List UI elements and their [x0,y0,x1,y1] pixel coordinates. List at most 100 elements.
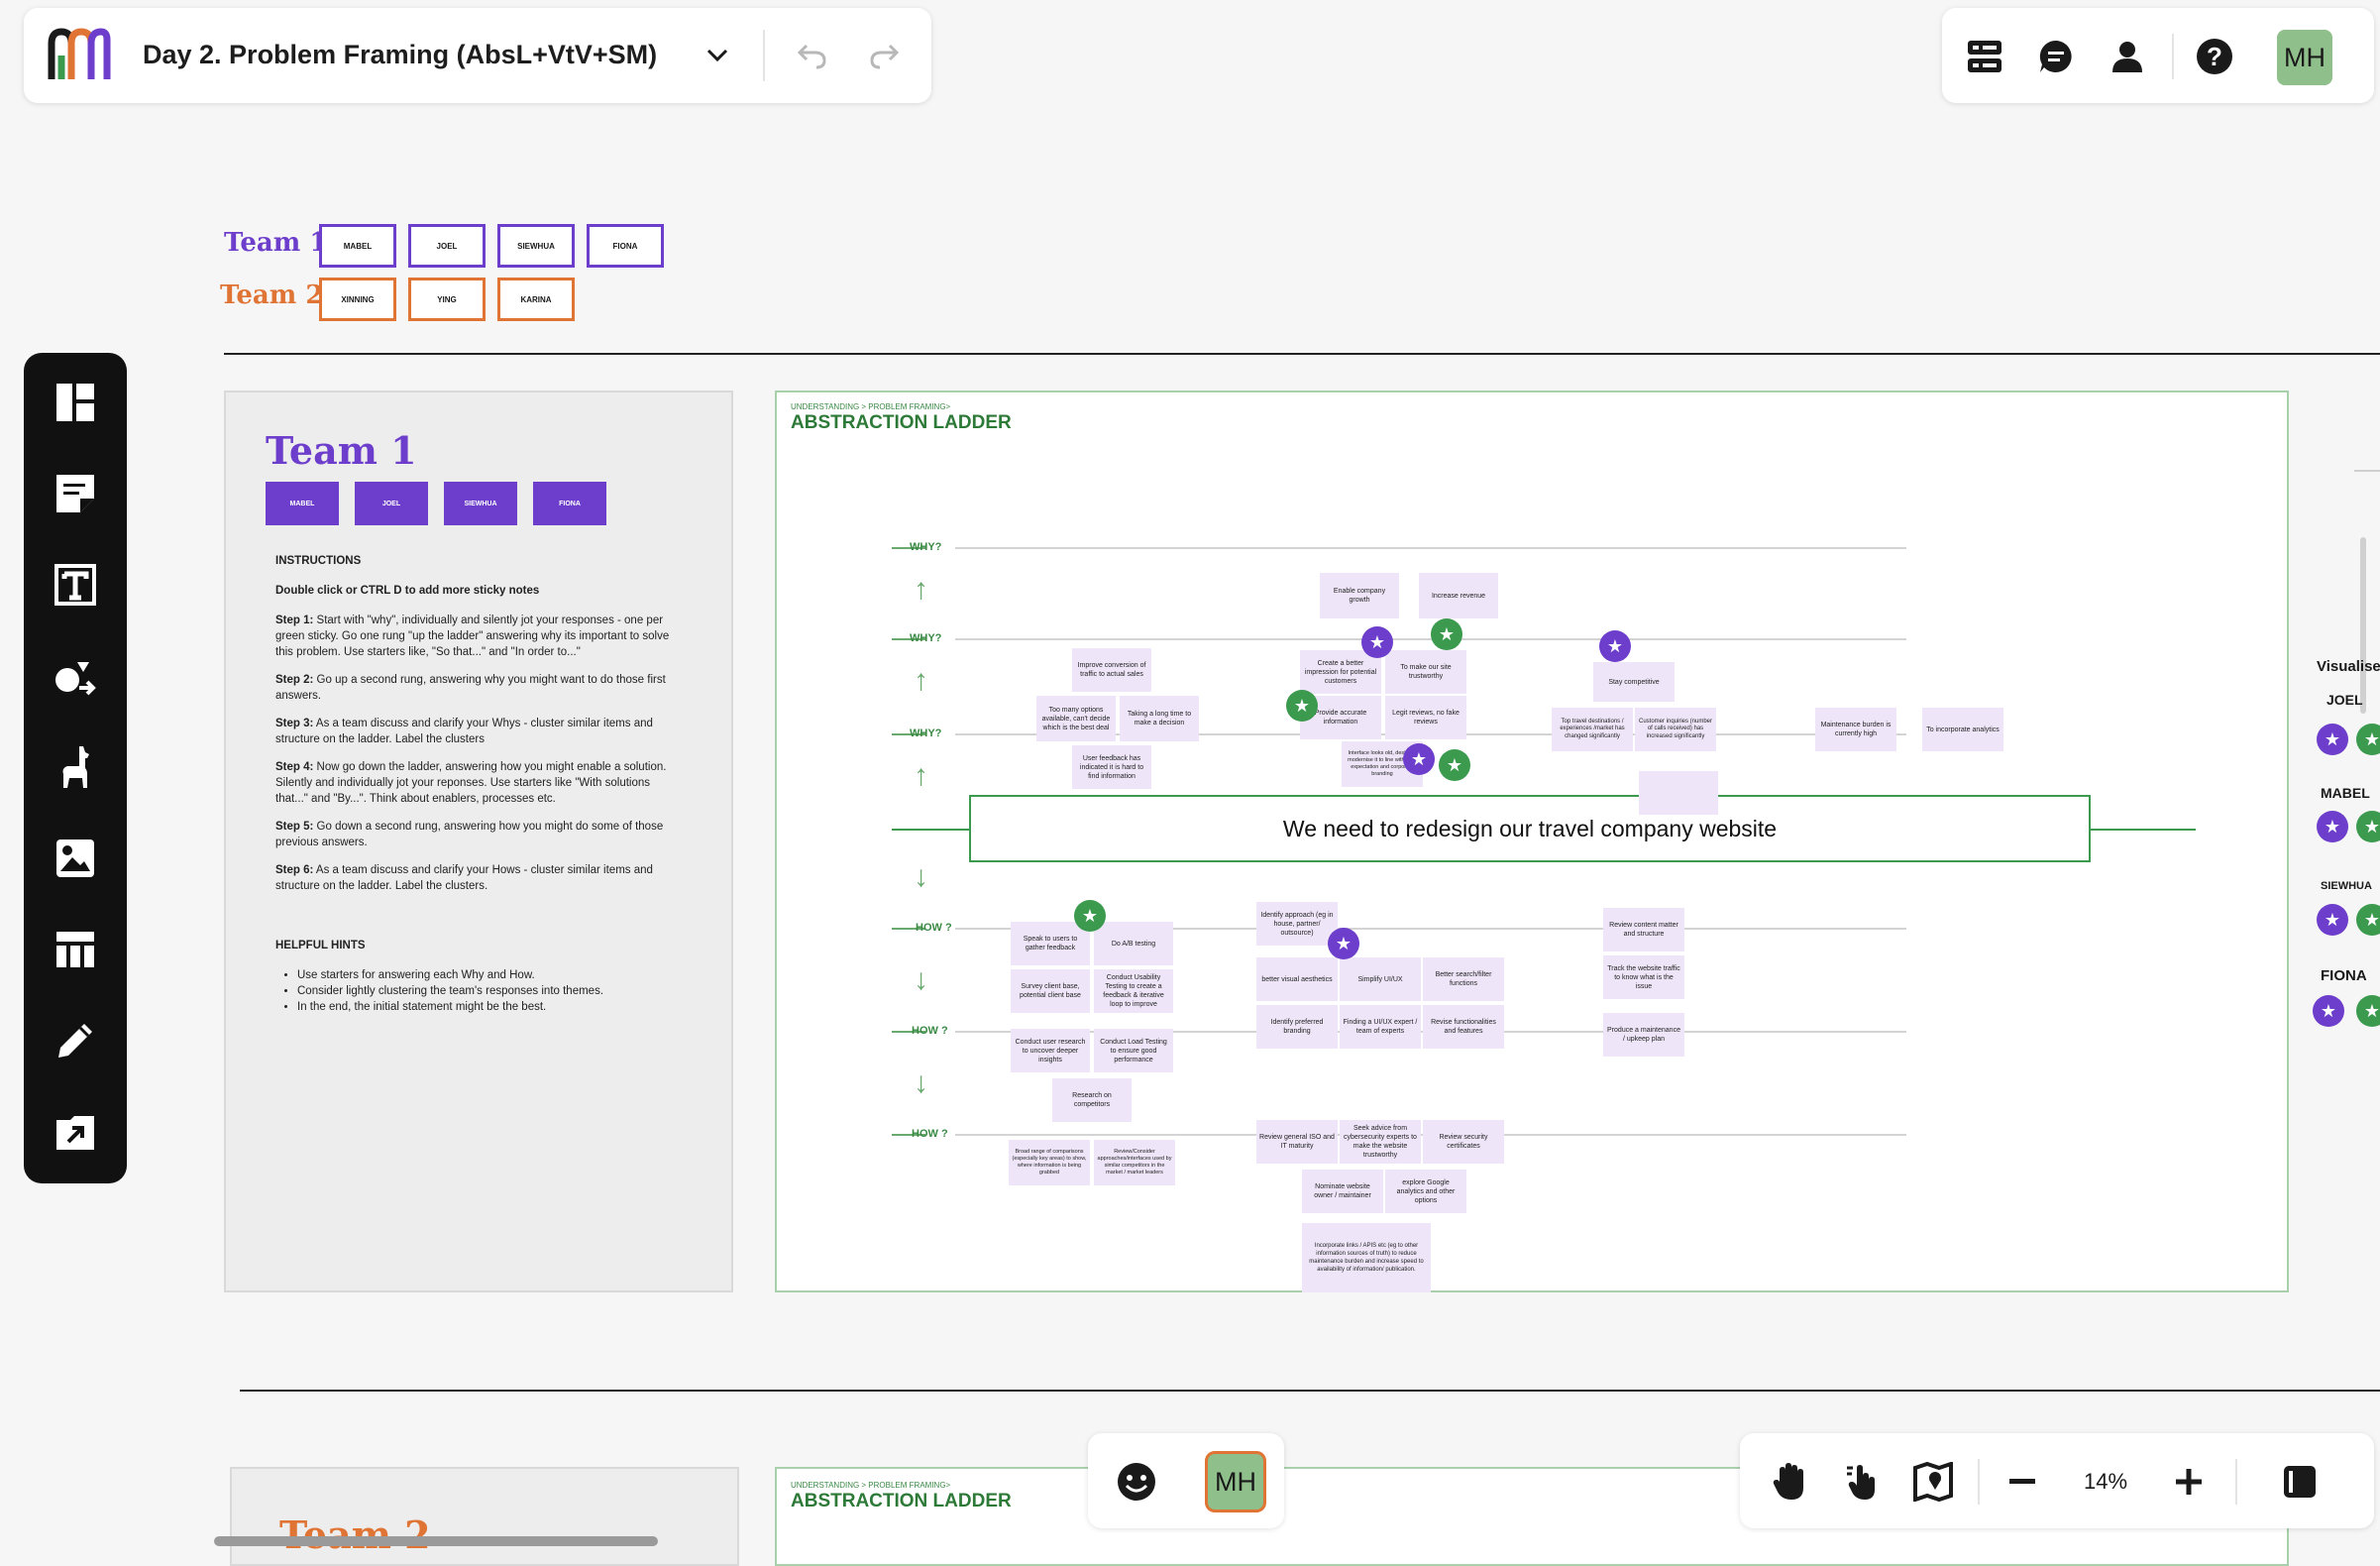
sticky-note[interactable]: Maintenance burden is currently high [1815,708,1896,751]
user-icon[interactable] [2105,34,2150,79]
vote-star-icon[interactable]: ★ [1361,626,1393,658]
sticky-note-icon[interactable] [44,462,107,525]
vote-star-icon[interactable]: ★ [2317,904,2348,936]
sticky-note[interactable]: Produce a maintenance / upkeep plan [1603,1013,1684,1057]
panel-toggle-icon[interactable] [2277,1459,2323,1505]
sticky-note[interactable]: Stay competitive [1593,662,1675,702]
sticky-note[interactable]: explore Google analytics and other optio… [1385,1170,1466,1213]
abstraction-ladder-frame[interactable]: UNDERSTANDING > PROBLEM FRAMING> ABSTRAC… [775,391,2289,1292]
chevron-down-icon[interactable] [698,36,737,75]
vote-star-icon[interactable]: ★ [2356,904,2380,936]
sticky-note[interactable]: Track the website traffic to know what i… [1603,955,1684,999]
sticky-note[interactable]: Review security certificates [1423,1120,1504,1164]
help-icon[interactable]: ? [2192,34,2237,79]
sticky-note[interactable]: Review/Consider approaches/interfaces us… [1094,1140,1175,1185]
team2-member-box[interactable]: YING [408,278,486,321]
sticky-note[interactable]: Identify approach (eg in house, partner/… [1256,902,1338,946]
sticky-note[interactable]: Survey client base, potential client bas… [1011,969,1090,1013]
vote-star-icon[interactable]: ★ [1403,743,1435,775]
upload-icon[interactable] [44,1100,107,1164]
zoom-in-icon[interactable] [2166,1459,2212,1505]
comments-icon[interactable] [2033,34,2079,79]
sticky-note[interactable]: Increase revenue [1419,573,1498,618]
sticky-note[interactable]: Speak to users to gather feedback [1011,922,1090,965]
sticky-note[interactable]: Identify preferred branding [1256,1005,1338,1049]
text-icon[interactable] [44,553,107,616]
sticky-note[interactable]: Top travel destinations / experiences /m… [1552,708,1633,751]
zoom-out-icon[interactable] [2000,1459,2045,1505]
pen-icon[interactable] [44,1009,107,1072]
team1-member-box[interactable]: MABEL [319,224,396,268]
blank-sticky[interactable] [1639,771,1718,815]
sticky-note[interactable]: Finding a UI/UX expert / team of experts [1340,1005,1421,1049]
vote-star-icon[interactable]: ★ [1074,900,1106,932]
llama-icon[interactable] [44,735,107,799]
sticky-note[interactable]: Create a better impression for potential… [1300,650,1381,694]
vote-star-icon[interactable]: ★ [1328,928,1359,959]
team1-member-box[interactable]: JOEL [408,224,486,268]
sticky-note[interactable]: better visual aesthetics [1256,957,1338,1001]
sticky-note[interactable]: Too many options available, can't decide… [1036,696,1116,741]
vote-star-icon[interactable]: ★ [1286,690,1318,722]
instructions-frame[interactable]: Team 1 MABEL JOEL SIEWHUA FIONA INSTRUCT… [224,391,733,1292]
sticky-note[interactable]: Incorporate links / APIS etc (eg to othe… [1302,1223,1431,1292]
avatar[interactable]: MH [2277,30,2332,85]
sticky-note[interactable]: To incorporate analytics [1922,708,2003,751]
sticky-note[interactable]: To make our site trustworthy [1385,650,1466,694]
sticky-note[interactable]: Research on competitors [1052,1078,1132,1122]
sticky-note[interactable]: Customer inquiries (number of calls rece… [1635,708,1716,751]
vote-star-icon[interactable]: ★ [2317,811,2348,842]
board-list-icon[interactable] [1962,34,2007,79]
member-chip[interactable]: FIONA [533,482,606,525]
vote-star-icon[interactable]: ★ [2313,995,2344,1027]
team2-instructions-frame[interactable]: Team 2 [230,1467,739,1566]
logo-icon[interactable] [46,26,111,83]
sticky-note[interactable]: Broad range of comparisons (especially k… [1009,1140,1090,1185]
sticky-note[interactable]: Nominate website owner / maintainer [1302,1170,1383,1213]
vote-star-icon[interactable]: ★ [1439,749,1470,781]
templates-icon[interactable] [44,371,107,434]
image-icon[interactable] [44,827,107,890]
sticky-note[interactable]: Revise functionalities and features [1423,1005,1504,1049]
team2-member-box[interactable]: KARINA [497,278,575,321]
zoom-level[interactable]: 14% [2057,1459,2154,1505]
sticky-note[interactable]: Enable company growth [1320,573,1399,618]
horizontal-scrollbar[interactable] [214,1536,658,1546]
sticky-note[interactable]: Review general ISO and IT maturity [1256,1120,1338,1164]
shapes-icon[interactable] [44,644,107,708]
emoji-icon[interactable] [1114,1459,1159,1505]
sticky-note[interactable]: Review content matter and structure [1603,908,1684,951]
sticky-note[interactable]: Do A/B testing [1094,922,1173,965]
sticky-note[interactable]: Improve conversion of traffic to actual … [1072,648,1151,692]
scrollbar[interactable] [2360,537,2366,714]
sticky-note[interactable]: Legit reviews, no fake reviews [1385,696,1466,739]
touch-mode-icon[interactable] [1839,1459,1885,1505]
team2-member-box[interactable]: XINNING [319,278,396,321]
member-chip[interactable]: JOEL [355,482,428,525]
table-icon[interactable] [44,918,107,981]
vote-star-icon[interactable]: ★ [1431,618,1462,650]
vote-star-icon[interactable]: ★ [2356,724,2380,755]
board-title[interactable]: Day 2. Problem Framing (AbsL+VtV+SM) [143,40,657,70]
sticky-note[interactable]: Simplify UI/UX [1340,957,1421,1001]
sticky-note[interactable]: Seek advice from cybersecurity experts t… [1340,1120,1421,1164]
member-chip[interactable]: MABEL [266,482,339,525]
vote-star-icon[interactable]: ★ [2317,724,2348,755]
vote-star-icon[interactable]: ★ [2356,995,2380,1027]
avatar[interactable]: MH [1205,1451,1266,1512]
sticky-note[interactable]: Conduct Usability Testing to create a fe… [1094,969,1173,1013]
team1-member-box[interactable]: FIONA [587,224,664,268]
sticky-note[interactable]: Conduct Load Testing to ensure good perf… [1094,1029,1173,1072]
vote-star-icon[interactable]: ★ [2356,811,2380,842]
hand-tool-icon[interactable] [1768,1459,1813,1505]
team1-member-box[interactable]: SIEWHUA [497,224,575,268]
undo-icon[interactable] [793,36,832,75]
redo-icon[interactable] [864,36,904,75]
member-chip[interactable]: SIEWHUA [444,482,517,525]
sticky-note[interactable]: User feedback has indicated it is hard t… [1072,745,1151,789]
problem-statement[interactable]: We need to redesign our travel company w… [969,795,2091,862]
sticky-note[interactable]: Taking a long time to make a decision [1120,696,1199,741]
sticky-note[interactable]: Conduct user research to uncover deeper … [1011,1029,1090,1072]
map-icon[interactable] [1910,1459,1956,1505]
vote-star-icon[interactable]: ★ [1599,630,1631,662]
